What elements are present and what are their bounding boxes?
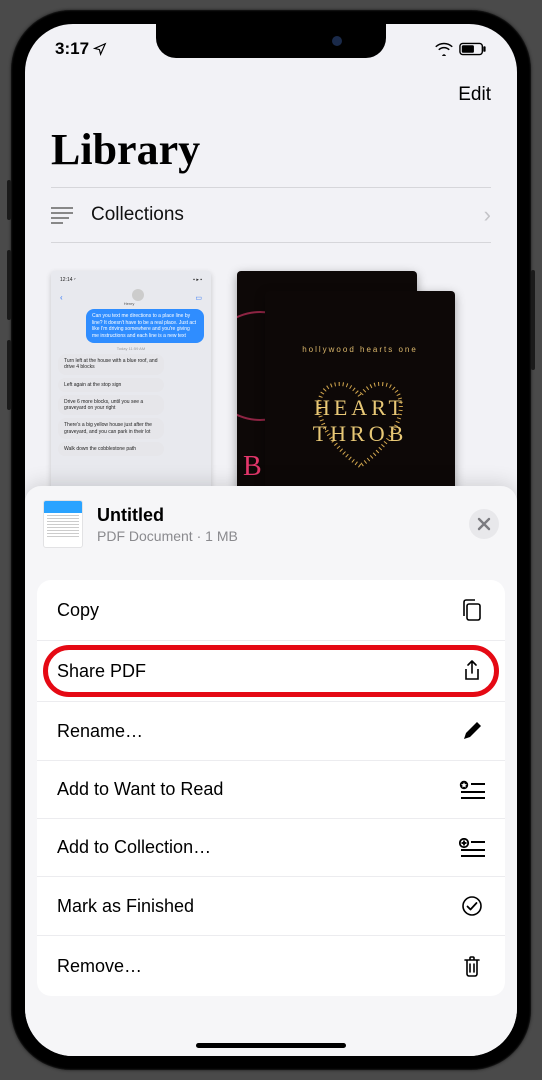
pencil-icon <box>459 720 485 742</box>
checkmark-circle-icon <box>459 895 485 917</box>
screen: 3:17 Edit Library Collections <box>25 24 517 1056</box>
side-button <box>7 180 11 220</box>
side-button <box>7 250 11 320</box>
location-icon <box>93 42 107 56</box>
edit-button[interactable]: Edit <box>458 84 491 106</box>
close-icon <box>477 517 491 531</box>
message-bubble: Drive 6 more blocks, until you see a gra… <box>58 395 164 416</box>
side-button <box>531 270 535 370</box>
preview-time: 12:14 ⁷ <box>60 277 76 283</box>
message-timestamp: Today 11:59 AM <box>58 346 204 351</box>
message-bubble: There's a big yellow house just after th… <box>58 418 164 439</box>
book-item-pdf[interactable]: 12:14 ⁷▪ ▸ ▪ ‹ Henry ▭ Can you text me d… <box>51 271 211 501</box>
close-button[interactable] <box>469 509 499 539</box>
battery-icon <box>459 42 487 56</box>
phone-frame: 3:17 Edit Library Collections <box>11 10 531 1070</box>
collections-label: Collections <box>91 204 466 226</box>
message-bubble: Can you text me directions to a place li… <box>86 309 204 343</box>
action-want-to-read[interactable]: Add to Want to Read <box>37 761 505 819</box>
star-list-icon <box>459 780 485 800</box>
message-bubble: Walk down the cobblestone path <box>58 442 164 456</box>
action-label: Rename… <box>57 721 143 742</box>
action-remove[interactable]: Remove… <box>37 936 505 996</box>
share-icon <box>459 659 485 683</box>
action-label: Add to Want to Read <box>57 779 223 800</box>
action-label: Remove… <box>57 956 142 977</box>
page-title: Library <box>51 124 491 175</box>
action-sheet: Untitled PDF Document · 1 MB Copy Share … <box>25 486 517 1056</box>
message-bubble: Left again at the stop sign <box>58 378 164 392</box>
video-icon: ▭ <box>195 294 202 302</box>
collections-row[interactable]: Collections › <box>51 187 491 243</box>
collections-icon <box>51 207 73 224</box>
book-initial: B <box>243 451 262 483</box>
message-bubble: Turn left at the house with a blue roof,… <box>58 354 164 375</box>
status-time: 3:17 <box>55 39 89 59</box>
side-button <box>7 340 11 410</box>
action-label: Copy <box>57 600 99 621</box>
sheet-title: Untitled <box>97 505 238 526</box>
home-indicator[interactable] <box>196 1043 346 1048</box>
action-share-pdf[interactable]: Share PDF <box>37 641 505 702</box>
action-copy[interactable]: Copy <box>37 580 505 641</box>
action-label: Share PDF <box>57 661 146 682</box>
action-label: Mark as Finished <box>57 896 194 917</box>
sheet-header: Untitled PDF Document · 1 MB <box>25 486 517 568</box>
avatar-icon <box>132 289 144 301</box>
books-row: 12:14 ⁷▪ ▸ ▪ ‹ Henry ▭ Can you text me d… <box>25 243 517 519</box>
book-series: hollywood hearts one <box>302 345 418 354</box>
preview-status-icons: ▪ ▸ ▪ <box>193 277 202 283</box>
trash-icon <box>459 954 485 978</box>
action-rename[interactable]: Rename… <box>37 702 505 761</box>
chevron-right-icon: › <box>484 202 491 228</box>
plus-list-icon <box>459 838 485 858</box>
heart-graphic: HEART THROB <box>300 366 420 476</box>
book-title-line: THROB <box>313 421 408 446</box>
book-title-line: HEART <box>313 395 408 420</box>
action-label: Add to Collection… <box>57 837 211 858</box>
notch <box>156 24 386 58</box>
wifi-icon <box>435 42 453 56</box>
contact-name: Henry <box>124 301 135 306</box>
document-thumbnail <box>43 500 83 548</box>
book-stack[interactable]: hollywood hearts two B hollywood hearts … <box>237 271 457 519</box>
action-mark-finished[interactable]: Mark as Finished <box>37 877 505 936</box>
action-add-collection[interactable]: Add to Collection… <box>37 819 505 877</box>
copy-icon <box>459 598 485 622</box>
sheet-subtitle: PDF Document · 1 MB <box>97 528 238 544</box>
sheet-body: Copy Share PDF Rename… <box>37 580 505 996</box>
nav-bar: Edit <box>25 68 517 114</box>
